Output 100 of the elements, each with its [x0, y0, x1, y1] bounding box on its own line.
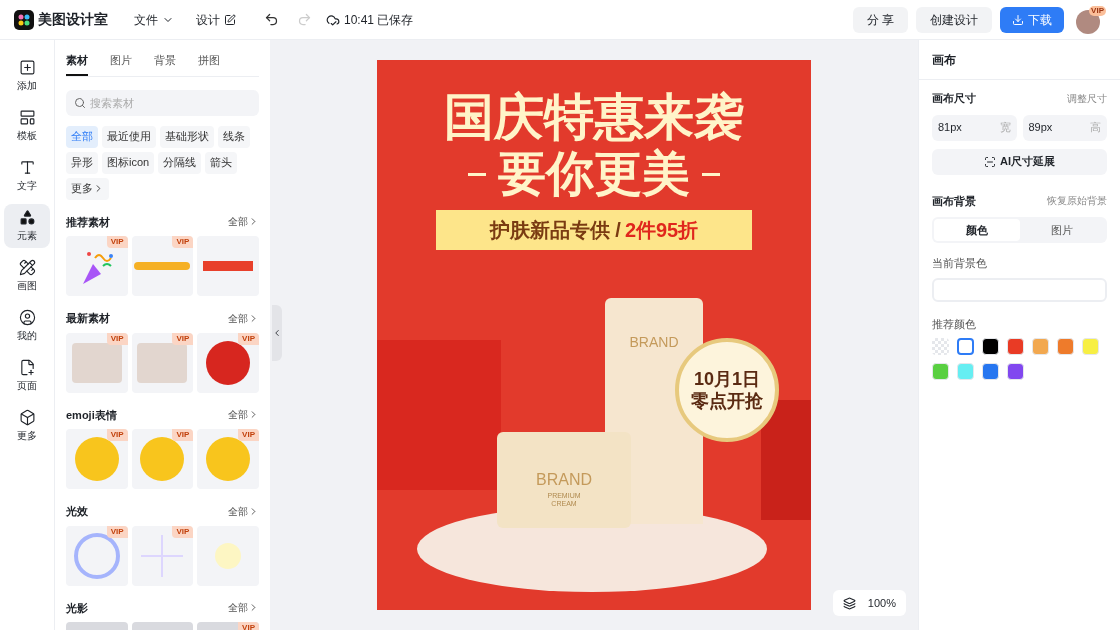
segment-tab[interactable]: 颜色 [934, 219, 1020, 241]
layers-icon [842, 596, 856, 610]
panel-tab[interactable]: 拼图 [198, 52, 220, 76]
section-title: emoji表情 [66, 407, 117, 423]
section-title: 光效 [66, 504, 88, 519]
color-swatch[interactable] [932, 338, 949, 355]
see-all-link[interactable]: 全部 [228, 214, 259, 230]
asset-thumbnail[interactable] [197, 236, 259, 296]
menu-button[interactable]: 设计 [196, 10, 236, 29]
filter-chip[interactable]: 更多 [66, 177, 109, 200]
asset-thumbnail[interactable]: VIP [131, 236, 194, 296]
section-label: 画布背景 [932, 193, 976, 209]
asset-thumbnail[interactable]: VIP [197, 622, 259, 630]
download-icon [1012, 13, 1024, 26]
download-button[interactable]: 下载 [1000, 6, 1064, 33]
field-label: 当前背景色 [932, 256, 988, 271]
zoom-control[interactable]: 100% [832, 590, 906, 616]
size-field[interactable]: 89px 高 [1022, 114, 1107, 141]
asset-thumbnail[interactable]: VIP [66, 332, 128, 393]
asset-thumbnail[interactable]: VIP [197, 332, 259, 393]
rail-item[interactable]: 文字 [4, 154, 50, 198]
user-icon [18, 309, 36, 326]
resize-link[interactable]: 调整尺寸 [1067, 90, 1107, 106]
see-all-link[interactable]: 全部 [228, 407, 259, 423]
menu-button[interactable]: 文件 [134, 10, 174, 29]
segment-tab[interactable]: 图片 [1019, 219, 1105, 241]
badge-text: 零点开抢 [691, 390, 763, 412]
vip-badge: VIP [106, 332, 128, 345]
rail-item[interactable]: 更多 [4, 404, 50, 448]
section-title: 光影 [66, 600, 88, 616]
filter-chip[interactable]: 图标icon [102, 151, 155, 174]
filter-chip[interactable]: 基础形状 [160, 125, 214, 148]
brush-stroke [134, 262, 191, 270]
resize-icon [984, 155, 996, 168]
plus-square-icon [18, 59, 36, 76]
vip-badge: VIP [106, 525, 128, 538]
chevron-right-icon [248, 505, 259, 517]
see-all-link[interactable]: 全部 [228, 600, 259, 616]
asset-thumbnail[interactable]: VIP [131, 332, 194, 393]
asset-thumbnail[interactable]: VIP [66, 429, 128, 489]
chevron-left-icon [272, 328, 282, 338]
filter-chip[interactable]: 异形 [66, 151, 98, 174]
filter-chip[interactable]: 分隔线 [158, 151, 202, 174]
section-title: 推荐素材 [66, 214, 110, 230]
app-logo-icon [14, 9, 34, 30]
vip-badge: VIP [172, 525, 194, 538]
layout-icon [18, 109, 36, 126]
vip-badge: VIP [172, 236, 194, 248]
tube-brand: BRAND [629, 333, 679, 352]
search-field[interactable]: 搜索素材 [66, 89, 259, 116]
box-icon [18, 409, 36, 426]
edit-icon [224, 13, 236, 26]
panel-tab[interactable]: 背景 [154, 52, 176, 76]
undo-button[interactable] [264, 12, 279, 27]
asset-thumbnail[interactable]: VIP [131, 525, 194, 586]
asset-thumbnail[interactable]: VIP [197, 429, 259, 489]
poster-subline: 要你更美 [498, 146, 690, 202]
filter-chip[interactable]: 最近使用 [102, 125, 156, 148]
asset-thumbnail[interactable]: VIP [131, 429, 194, 489]
collapse-handle[interactable] [272, 305, 282, 361]
inspector-title: 画布 [932, 51, 956, 69]
see-all-link[interactable]: 全部 [228, 503, 259, 519]
filter-chip[interactable]: 箭头 [205, 151, 238, 174]
vip-badge: VIP [238, 429, 259, 441]
toolbar-button[interactable]: 创建设计 [916, 6, 992, 33]
ai-resize-button[interactable]: AI尺寸延展 [932, 148, 1107, 175]
filter-chip[interactable]: 全部 [66, 125, 98, 148]
rectangle-shape [203, 261, 254, 271]
color-swatch[interactable] [957, 338, 974, 355]
panel-tab[interactable]: 素材 [66, 52, 88, 76]
search-icon [74, 96, 86, 109]
save-status: 10:41 已保存 [344, 11, 414, 29]
field-label: 推荐颜色 [932, 316, 977, 332]
zoom-level: 100% [867, 595, 896, 611]
size-field[interactable]: 81px 宽 [932, 114, 1017, 141]
rail-item[interactable]: 模板 [4, 104, 50, 148]
see-all-link[interactable]: 全部 [228, 310, 259, 326]
rail-item[interactable]: 我的 [4, 304, 50, 348]
sparkle-icon [139, 532, 186, 579]
toolbar-button[interactable]: 分 享 [852, 6, 908, 33]
banner-text: 护肤新品专供 / [489, 218, 621, 243]
rail-item[interactable]: 画图 [4, 254, 50, 298]
rail-item[interactable]: 页面 [4, 354, 50, 398]
banner-offer: 2件95折 [624, 218, 699, 243]
vip-badge: VIP [1089, 5, 1106, 16]
restore-link[interactable]: 恢复原始背景 [1047, 193, 1107, 209]
vip-badge: VIP [172, 332, 194, 345]
photo-placeholder [71, 342, 122, 383]
text-icon [18, 159, 36, 176]
vip-badge: VIP [106, 236, 128, 248]
rail-item[interactable]: 添加 [4, 54, 50, 98]
rail-item[interactable]: 元素 [4, 204, 50, 248]
poster-headline: 国庆特惠来袭 [444, 88, 744, 146]
panel-tab[interactable]: 图片 [110, 52, 132, 76]
photo-placeholder [137, 342, 188, 383]
asset-thumbnail[interactable]: VIP [66, 236, 128, 296]
filter-chip[interactable]: 线条 [218, 125, 250, 148]
asset-thumbnail[interactable]: VIP [66, 525, 128, 586]
redo-button[interactable] [297, 12, 312, 27]
asset-thumbnail[interactable] [197, 525, 259, 586]
